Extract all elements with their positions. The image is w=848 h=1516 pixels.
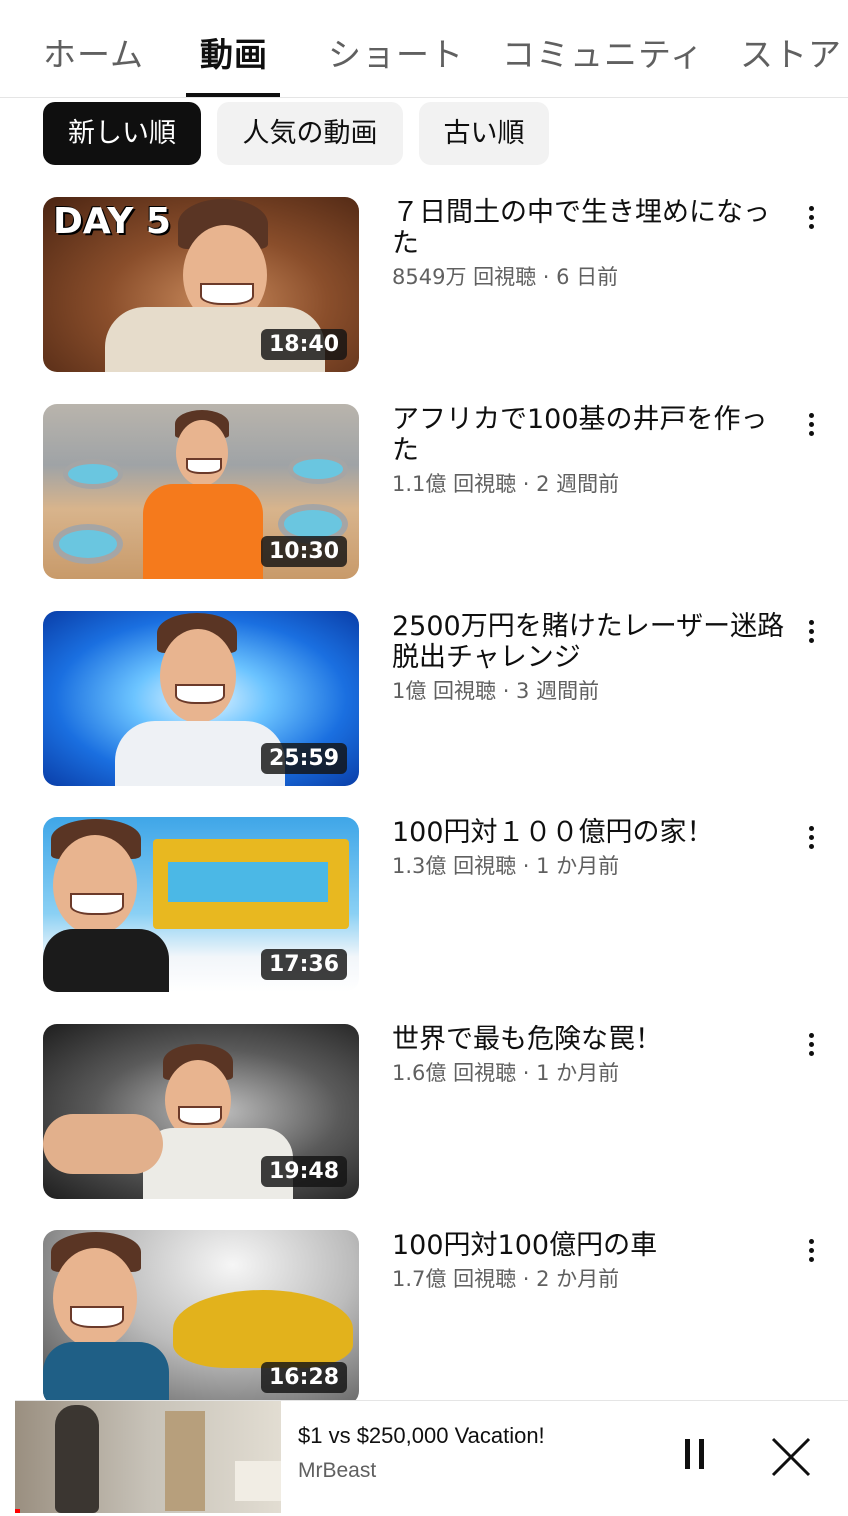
- playback-progress: [15, 1509, 21, 1513]
- video-title[interactable]: ７日間土の中で生き埋めになった: [392, 197, 792, 259]
- person-face: [176, 420, 228, 486]
- video-thumbnail[interactable]: DAY 5 18:40: [43, 197, 359, 372]
- video-item[interactable]: 19:48 世界で最も危険な罠！ 1.6億 回視聴 · 1 か月前: [43, 1024, 848, 1200]
- tab-shorts[interactable]: ショート: [328, 28, 464, 76]
- video-item[interactable]: 25:59 2500万円を賭けたレーザー迷路脱出チャレンジ 1億 回視聴 · 3…: [43, 611, 848, 787]
- video-title[interactable]: 100円対100億円の車: [392, 1230, 792, 1261]
- video-meta: 1.1億 回視聴 · 2 週間前: [392, 472, 620, 496]
- video-thumbnail[interactable]: 19:48: [43, 1024, 359, 1199]
- channel-tabs: ホーム 動画 ショート コミュニティ ストア: [0, 0, 848, 98]
- miniplayer-channel: MrBeast: [298, 1459, 377, 1482]
- video-item[interactable]: 17:36 100円対１００億円の家！ 1.3億 回視聴 · 1 か月前: [43, 817, 848, 993]
- pause-icon[interactable]: [683, 1439, 711, 1475]
- video-duration: 25:59: [260, 743, 347, 774]
- chip-oldest[interactable]: 古い順: [419, 102, 549, 165]
- more-options-icon[interactable]: [801, 1030, 823, 1060]
- video-duration: 10:30: [260, 536, 347, 567]
- video-meta: 1.3億 回視聴 · 1 か月前: [392, 854, 620, 878]
- miniplayer-title[interactable]: $1 vs $250,000 Vacation!: [298, 1423, 545, 1449]
- video-thumbnail[interactable]: 16:28: [43, 1230, 359, 1405]
- tab-community[interactable]: コミュニティ: [502, 28, 704, 76]
- miniplayer[interactable]: $1 vs $250,000 Vacation! MrBeast: [15, 1400, 848, 1513]
- video-meta: 1.7億 回視聴 · 2 か月前: [392, 1267, 620, 1291]
- chip-popular[interactable]: 人気の動画: [217, 102, 403, 165]
- close-icon[interactable]: [769, 1435, 813, 1479]
- more-options-icon[interactable]: [801, 1236, 823, 1266]
- video-duration: 16:28: [260, 1362, 347, 1393]
- video-meta: 1.6億 回視聴 · 1 か月前: [392, 1061, 620, 1085]
- active-tab-indicator: [186, 93, 280, 97]
- video-title[interactable]: 2500万円を賭けたレーザー迷路脱出チャレンジ: [392, 611, 792, 673]
- video-thumbnail[interactable]: 10:30: [43, 404, 359, 579]
- more-options-icon[interactable]: [801, 203, 823, 233]
- more-options-icon[interactable]: [801, 823, 823, 853]
- more-options-icon[interactable]: [801, 617, 823, 647]
- video-title[interactable]: アフリカで100基の井戸を作った: [392, 404, 792, 466]
- chip-newest[interactable]: 新しい順: [43, 102, 201, 165]
- tab-store[interactable]: ストア: [740, 28, 842, 76]
- person-face: [53, 835, 137, 935]
- tab-videos[interactable]: 動画: [200, 28, 268, 76]
- video-thumbnail[interactable]: 25:59: [43, 611, 359, 786]
- video-title[interactable]: 100円対１００億円の家！: [392, 817, 792, 848]
- video-title[interactable]: 世界で最も危険な罠！: [392, 1024, 792, 1055]
- video-duration: 17:36: [260, 949, 347, 980]
- video-meta: 1億 回視聴 · 3 週間前: [392, 679, 600, 703]
- video-thumbnail[interactable]: 17:36: [43, 817, 359, 992]
- thumbnail-overlay-text: DAY 5: [53, 201, 171, 242]
- person-face: [53, 1248, 137, 1348]
- tab-home[interactable]: ホーム: [43, 28, 144, 76]
- miniplayer-thumbnail[interactable]: [15, 1401, 281, 1513]
- more-options-icon[interactable]: [801, 410, 823, 440]
- video-item[interactable]: DAY 5 18:40 ７日間土の中で生き埋めになった 8549万 回視聴 · …: [43, 197, 848, 373]
- video-duration: 19:48: [260, 1156, 347, 1187]
- person-face: [160, 629, 236, 723]
- video-duration: 18:40: [260, 329, 347, 360]
- video-meta: 8549万 回視聴 · 6 日前: [392, 265, 619, 289]
- video-item[interactable]: 16:28 100円対100億円の車 1.7億 回視聴 · 2 か月前: [43, 1230, 848, 1406]
- video-item[interactable]: 10:30 アフリカで100基の井戸を作った 1.1億 回視聴 · 2 週間前: [43, 404, 848, 580]
